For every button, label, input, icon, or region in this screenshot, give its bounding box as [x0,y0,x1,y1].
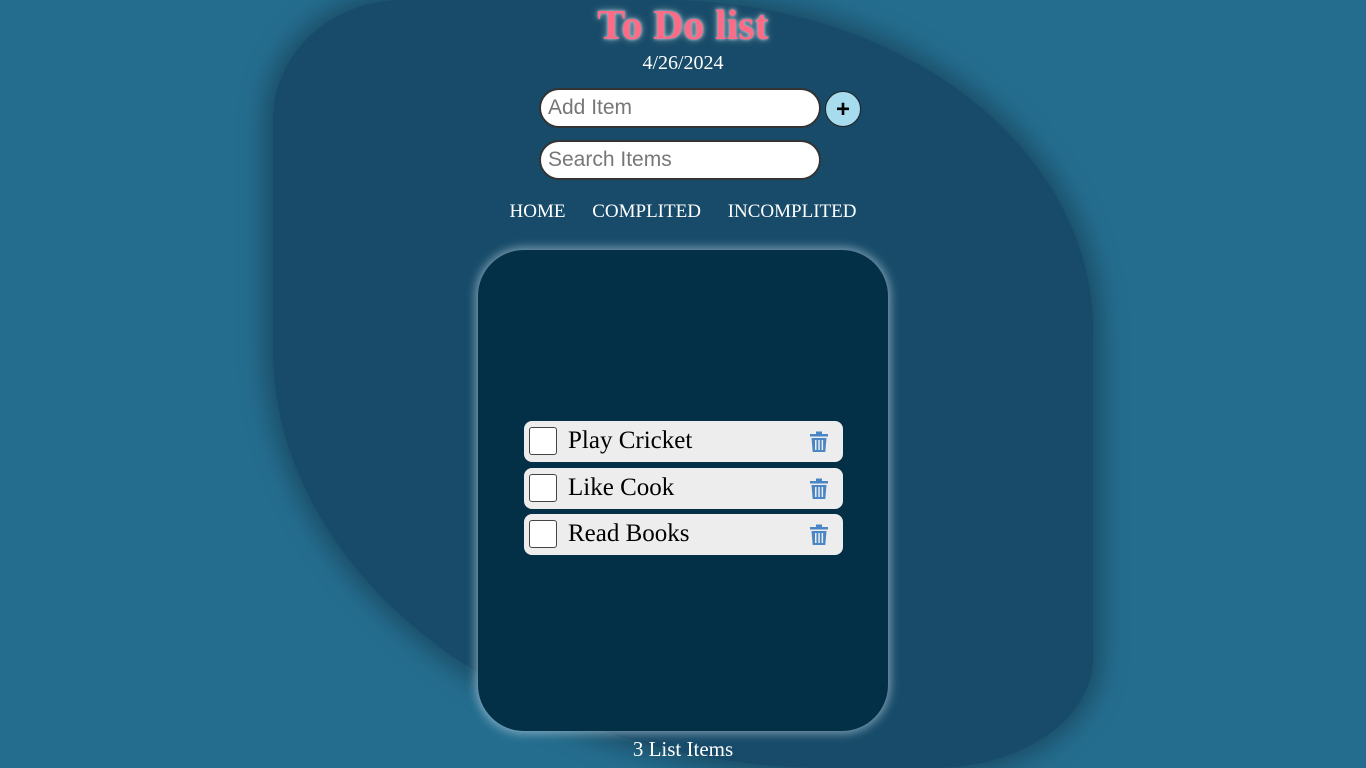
add-item-input[interactable] [539,88,821,128]
search-input[interactable] [539,140,821,180]
todo-item: Play Cricket [524,421,843,462]
add-item-button[interactable]: + [825,91,861,127]
todo-item-label: Read Books [568,520,690,547]
current-date: 4/26/2024 [642,52,724,74]
todo-item-label: Play Cricket [568,427,693,454]
trash-icon[interactable] [808,431,830,453]
trash-icon[interactable] [808,478,830,500]
todo-checkbox[interactable] [529,427,557,455]
nav-home[interactable]: HOME [510,201,566,222]
nav-completed[interactable]: COMPLITED [592,201,701,222]
todo-item-label: Like Cook [568,474,675,501]
nav-incompleted[interactable]: INCOMPLITED [728,201,857,222]
item-count: 3 List Items [632,737,734,761]
trash-icon[interactable] [808,524,830,546]
todo-list-panel: Play Cricket Like Cook Read Books [478,250,888,731]
todo-item: Like Cook [524,468,843,509]
todo-checkbox[interactable] [529,520,557,548]
app-title: To Do list [597,3,769,49]
todo-checkbox[interactable] [529,474,557,502]
filter-nav: HOME COMPLITED INCOMPLITED [0,201,1366,223]
todo-item: Read Books [524,514,843,555]
